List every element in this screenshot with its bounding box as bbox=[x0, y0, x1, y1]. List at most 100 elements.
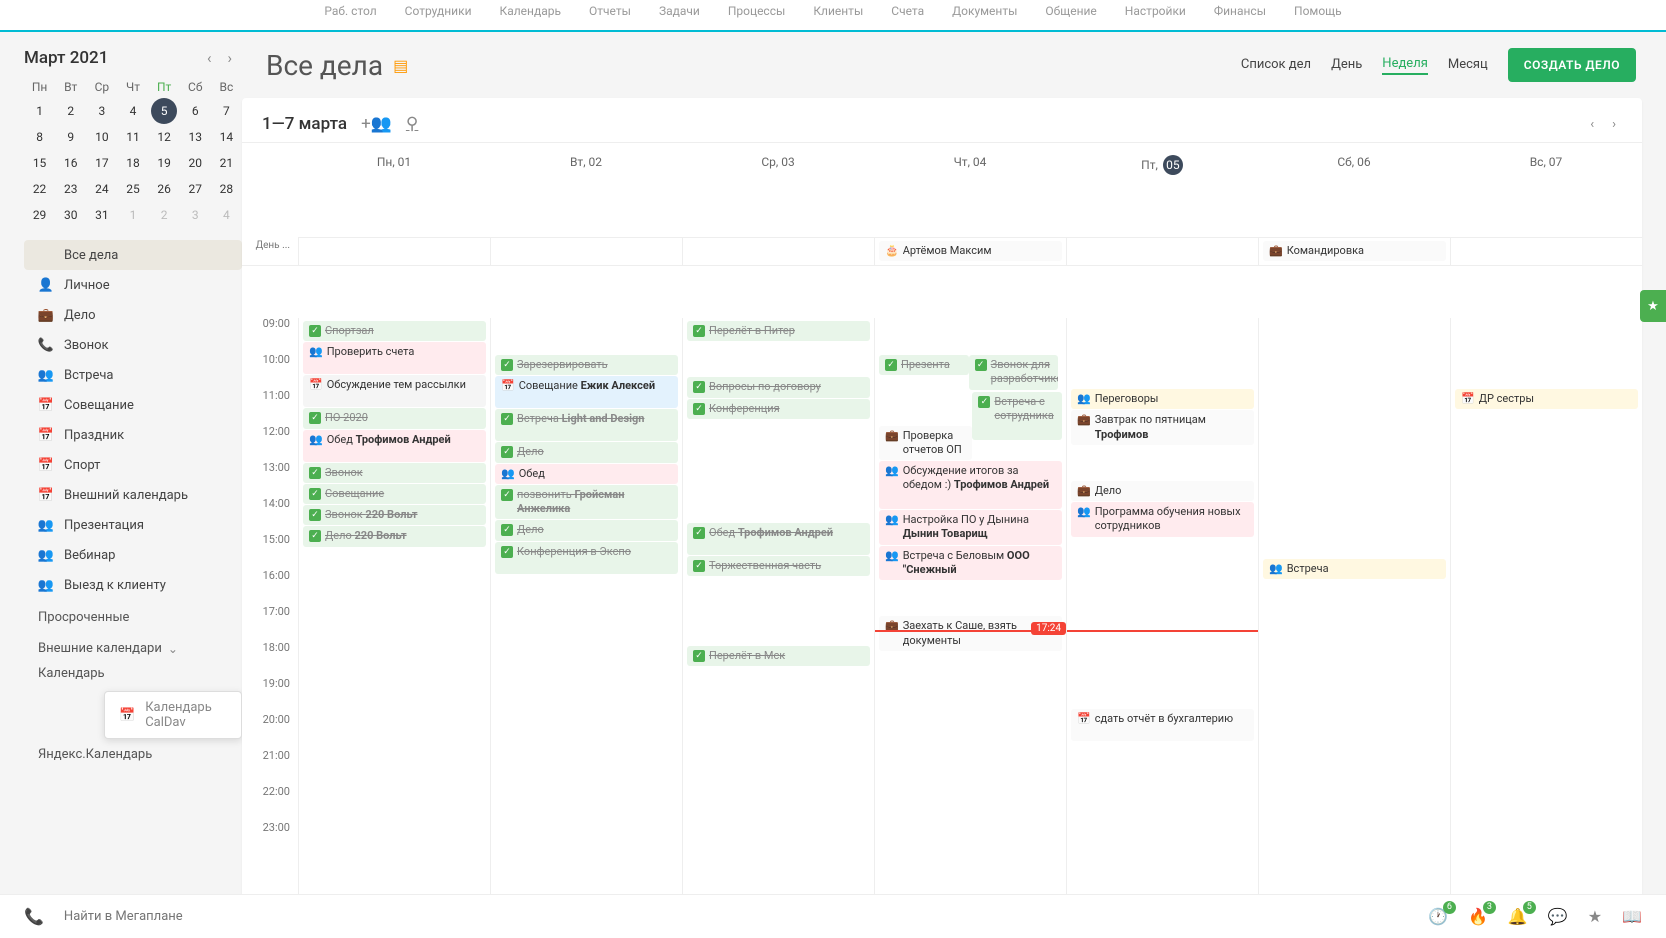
calendar-event[interactable]: Звонок bbox=[303, 463, 486, 483]
add-people-icon[interactable]: +👥 bbox=[361, 114, 392, 134]
mini-cal-day[interactable]: 8 bbox=[24, 124, 55, 150]
calendar-event[interactable]: 👥Программа обучения новых сотрудников bbox=[1071, 502, 1254, 537]
view-week[interactable]: Неделя bbox=[1382, 56, 1428, 75]
mini-cal-day[interactable]: 10 bbox=[86, 124, 117, 150]
calendar-event[interactable]: 💼Проверка отчетов ОП bbox=[879, 426, 972, 461]
mini-cal-day[interactable]: 25 bbox=[117, 176, 148, 202]
mini-cal-day[interactable]: 29 bbox=[24, 202, 55, 228]
calendar-event[interactable]: Дело 220 Вольт bbox=[303, 526, 486, 546]
mini-cal-day[interactable]: 11 bbox=[117, 124, 148, 150]
calendar-event[interactable]: Звонок для разработчиков bbox=[969, 355, 1059, 390]
calendar-event[interactable]: Встреча Light and Design bbox=[495, 409, 678, 441]
mini-cal-day[interactable]: 6 bbox=[180, 98, 211, 124]
calendar-event[interactable]: Встреча с сотрудника bbox=[972, 392, 1062, 440]
category-item[interactable]: 👤Личное bbox=[24, 270, 242, 300]
nav-item[interactable]: Настройки bbox=[1125, 0, 1186, 22]
mini-cal-day[interactable]: 28 bbox=[211, 176, 242, 202]
clock-icon[interactable]: 🕐6 bbox=[1428, 907, 1448, 926]
mini-cal-day[interactable]: 3 bbox=[180, 202, 211, 228]
mini-cal-prev-icon[interactable]: ‹ bbox=[207, 49, 212, 67]
phone-icon[interactable]: 📞 bbox=[24, 907, 44, 926]
calendar-event[interactable]: Зарезервировать bbox=[495, 355, 678, 375]
mini-cal-day[interactable]: 17 bbox=[86, 150, 117, 176]
calendar-link[interactable]: Календарь bbox=[24, 662, 242, 687]
chat-icon[interactable]: 💬 bbox=[1548, 907, 1568, 926]
category-item[interactable]: 📅Совещание bbox=[24, 390, 242, 420]
mini-cal-day[interactable]: 14 bbox=[211, 124, 242, 150]
calendar-event[interactable]: 👥Обсуждение итогов за обедом :) Трофимов… bbox=[879, 461, 1062, 509]
category-item[interactable]: 👥Выезд к клиенту bbox=[24, 570, 242, 600]
calendar-event[interactable]: Совещание bbox=[303, 484, 486, 504]
category-item[interactable]: 📞Звонок bbox=[24, 330, 242, 360]
nav-item[interactable]: Помощь bbox=[1294, 0, 1342, 22]
calendar-event[interactable]: Перелёт в Питер bbox=[687, 321, 870, 341]
calendar-event[interactable]: Дело bbox=[495, 520, 678, 540]
nav-item[interactable]: Отчеты bbox=[589, 0, 631, 22]
calendar-event[interactable]: Презента bbox=[879, 355, 969, 375]
category-item[interactable]: 👥Вебинар bbox=[24, 540, 242, 570]
day-column[interactable]: ПрезентаЗвонок для разработчиковВстреча … bbox=[874, 318, 1066, 910]
mini-cal-day[interactable]: 1 bbox=[24, 98, 55, 124]
week-prev-icon[interactable]: ‹ bbox=[1590, 117, 1594, 132]
nav-item[interactable]: Счета bbox=[891, 0, 924, 22]
mini-cal-next-icon[interactable]: › bbox=[227, 49, 232, 67]
calendar-event[interactable]: 👥Проверить счета bbox=[303, 342, 486, 374]
calendar-event[interactable]: ПО 2020 bbox=[303, 408, 486, 428]
mini-cal-day[interactable]: 20 bbox=[180, 150, 211, 176]
day-column[interactable]: 👥Переговоры💼Завтрак по пятницам Трофимов… bbox=[1066, 318, 1258, 910]
mini-cal-day[interactable]: 3 bbox=[86, 98, 117, 124]
allday-event[interactable]: 💼Командировка bbox=[1263, 241, 1446, 261]
caldav-popup-item[interactable]: 📅Календарь CalDav bbox=[104, 691, 242, 739]
category-item[interactable]: 📅Праздник bbox=[24, 420, 242, 450]
calendar-event[interactable]: 👥Переговоры bbox=[1071, 389, 1254, 409]
nav-item[interactable]: Финансы bbox=[1214, 0, 1266, 22]
calendar-event[interactable]: Дело bbox=[495, 442, 678, 462]
mini-cal-day[interactable]: 9 bbox=[55, 124, 86, 150]
mini-cal-day[interactable]: 13 bbox=[180, 124, 211, 150]
nav-item[interactable]: Календарь bbox=[500, 0, 561, 22]
book-icon[interactable]: 📖 bbox=[1622, 907, 1642, 926]
calendar-event[interactable]: 👥Обед bbox=[495, 464, 678, 484]
mini-cal-day[interactable]: 2 bbox=[149, 202, 180, 228]
mini-cal-day[interactable]: 22 bbox=[24, 176, 55, 202]
day-column[interactable]: Спортзал👥Проверить счета📅Обсуждение тем … bbox=[298, 318, 490, 910]
search-input[interactable] bbox=[64, 909, 1408, 924]
calendar-event[interactable]: 👥Настройка ПО у Дынина Дынин Товарищ bbox=[879, 510, 1062, 545]
mini-cal-day[interactable]: 23 bbox=[55, 176, 86, 202]
nav-item[interactable]: Процессы bbox=[728, 0, 786, 22]
calendar-event[interactable]: 👥Встреча bbox=[1263, 559, 1446, 579]
overdue-link[interactable]: Просроченные bbox=[24, 600, 242, 631]
day-column[interactable]: 👥Встреча bbox=[1258, 318, 1450, 910]
calendar-event[interactable]: Обед Трофимов Андрей bbox=[687, 523, 870, 555]
calendar-event[interactable]: 💼Завтрак по пятницам Трофимов bbox=[1071, 410, 1254, 445]
view-day[interactable]: День bbox=[1331, 57, 1362, 74]
view-month[interactable]: Месяц bbox=[1448, 57, 1488, 74]
location-icon[interactable]: ⚲ bbox=[406, 114, 418, 134]
calendar-event[interactable]: 📅сдать отчёт в бухгалтерию bbox=[1071, 709, 1254, 741]
category-item[interactable]: 📅Внешний календарь bbox=[24, 480, 242, 510]
bell-icon[interactable]: 🔔5 bbox=[1508, 907, 1528, 926]
calendar-event[interactable]: 📅Обсуждение тем рассылки bbox=[303, 375, 486, 407]
mini-cal-day[interactable]: 19 bbox=[149, 150, 180, 176]
calendar-event[interactable]: Спортзал bbox=[303, 321, 486, 341]
calendar-event[interactable]: Конференция в Экспо bbox=[495, 542, 678, 574]
mini-cal-day[interactable]: 21 bbox=[211, 150, 242, 176]
calendar-event[interactable]: Вопросы по договору bbox=[687, 377, 870, 397]
calendar-event[interactable]: Торжественная часть bbox=[687, 556, 870, 576]
nav-item[interactable]: Общение bbox=[1045, 0, 1096, 22]
calendar-event[interactable]: 💼Дело bbox=[1071, 481, 1254, 501]
mini-cal-day[interactable]: 1 bbox=[117, 202, 148, 228]
week-next-icon[interactable]: › bbox=[1612, 117, 1616, 132]
yandex-calendar-link[interactable]: Яндекс.Календарь bbox=[24, 743, 242, 768]
mini-cal-day[interactable]: 30 bbox=[55, 202, 86, 228]
mini-cal-day[interactable]: 26 bbox=[149, 176, 180, 202]
category-item[interactable]: Все дела bbox=[24, 240, 242, 270]
day-column[interactable]: Перелёт в ПитерВопросы по договоруКонфер… bbox=[682, 318, 874, 910]
calendar-event[interactable]: 👥Встреча с Беловым ООО "Снежный bbox=[879, 546, 1062, 581]
favorites-tab[interactable]: ★ bbox=[1640, 290, 1666, 322]
mini-cal-day[interactable]: 15 bbox=[24, 150, 55, 176]
day-column[interactable]: Зарезервировать📅Совещание Ежик АлексейВс… bbox=[490, 318, 682, 910]
fire-icon[interactable]: 🔥3 bbox=[1468, 907, 1488, 926]
nav-item[interactable]: Документы bbox=[952, 0, 1017, 22]
calendar-event[interactable]: Звонок 220 Вольт bbox=[303, 505, 486, 525]
